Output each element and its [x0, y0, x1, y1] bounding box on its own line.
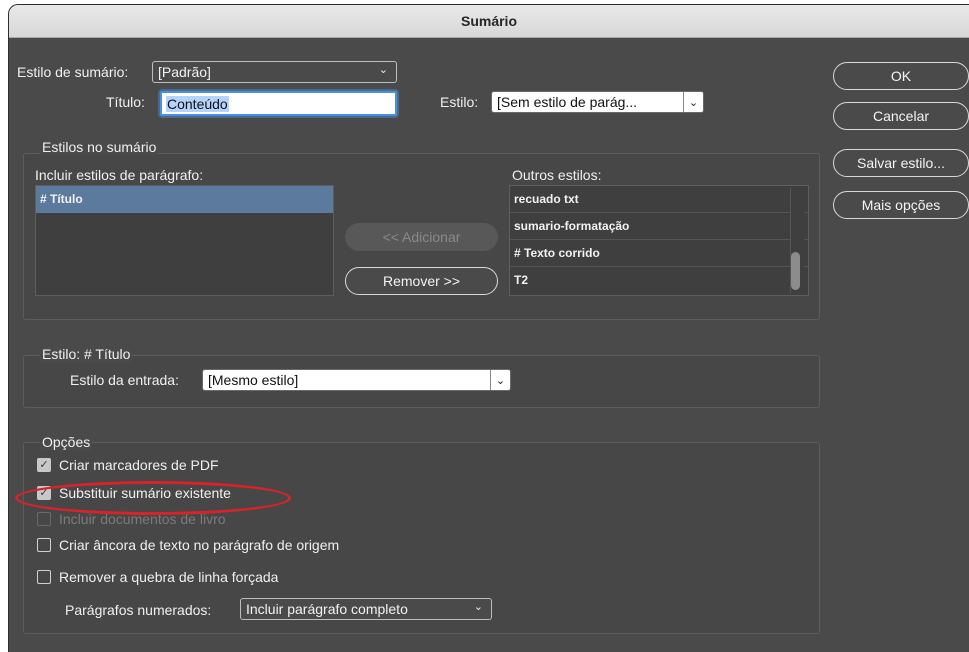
title-style-value: [Sem estilo de parág...: [497, 94, 638, 110]
toc-style-dropdown[interactable]: [Padrão] ⌄: [152, 61, 397, 83]
options-title: Opções: [40, 434, 93, 450]
title-input[interactable]: Conteúdo: [160, 91, 397, 116]
remove-break-checkbox[interactable]: Remover a quebra de linha forçada: [37, 569, 278, 585]
title-label: Título:: [106, 94, 145, 110]
pdf-bookmarks-label: Criar marcadores de PDF: [59, 457, 219, 473]
pdf-bookmarks-checkbox[interactable]: ✓ Criar marcadores de PDF: [37, 457, 219, 473]
anchor-label: Criar âncora de texto no parágrafo de or…: [59, 537, 340, 553]
scrollbar-thumb[interactable]: [791, 252, 800, 290]
entry-style-dropdown[interactable]: [Mesmo estilo] ⌄: [202, 369, 511, 391]
other-styles-label: Outros estilos:: [512, 167, 602, 183]
replace-existing-checkbox[interactable]: ✓ Substituir sumário existente: [37, 485, 231, 501]
remove-button[interactable]: Remover >>: [345, 267, 498, 295]
include-styles-list[interactable]: # Título: [35, 185, 334, 296]
chevron-down-icon: ⌄: [490, 370, 510, 390]
list-item[interactable]: T2: [510, 267, 808, 294]
list-item[interactable]: # Texto corrido: [510, 240, 808, 267]
chevron-down-icon: ⌄: [473, 601, 483, 613]
list-item[interactable]: # Título: [36, 186, 333, 213]
checkbox-icon: [37, 512, 51, 526]
other-styles-list[interactable]: recuado txt sumario-formatação # Texto c…: [509, 185, 809, 296]
include-book-label: Incluir documentos de livro: [59, 511, 226, 527]
entry-style-value: [Mesmo estilo]: [208, 372, 299, 388]
title-input-value: Conteúdo: [166, 95, 229, 112]
checkbox-icon: [37, 570, 51, 584]
numbered-label: Parágrafos numerados:: [65, 602, 212, 618]
entry-style-label: Estilo da entrada:: [70, 372, 179, 388]
chevron-down-icon: ⌄: [378, 64, 388, 76]
toc-dialog: Sumário Estilo de sumário: [Padrão] ⌄ Tí…: [8, 4, 969, 652]
estilo-label: Estilo:: [440, 94, 479, 110]
include-book-checkbox[interactable]: Incluir documentos de livro: [37, 511, 226, 527]
numbered-dropdown[interactable]: Incluir parágrafo completo ⌄: [240, 598, 492, 620]
ok-button[interactable]: OK: [833, 62, 969, 90]
checkbox-icon: [37, 538, 51, 552]
anchor-checkbox[interactable]: Criar âncora de texto no parágrafo de or…: [37, 537, 339, 553]
toc-style-value: [Padrão]: [158, 64, 211, 80]
styles-in-toc-title: Estilos no sumário: [40, 139, 159, 155]
dialog-title: Sumário: [9, 5, 969, 38]
include-styles-label: Incluir estilos de parágrafo:: [35, 167, 204, 183]
entry-style-title: Estilo: # Título: [40, 346, 133, 362]
more-options-button[interactable]: Mais opções: [833, 191, 969, 219]
toc-style-label: Estilo de sumário:: [17, 64, 129, 80]
replace-existing-label: Substituir sumário existente: [59, 485, 231, 501]
chevron-down-icon: ⌄: [683, 92, 703, 112]
checkmark-icon: ✓: [37, 486, 51, 500]
add-button[interactable]: << Adicionar: [345, 223, 498, 251]
list-item[interactable]: sumario-formatação: [510, 213, 808, 240]
checkmark-icon: ✓: [37, 458, 51, 472]
list-item[interactable]: recuado txt: [510, 186, 808, 213]
numbered-value: Incluir parágrafo completo: [246, 601, 408, 617]
cancel-button[interactable]: Cancelar: [833, 102, 969, 130]
title-style-dropdown[interactable]: [Sem estilo de parág... ⌄: [491, 91, 704, 113]
remove-break-label: Remover a quebra de linha forçada: [59, 569, 279, 585]
save-style-button[interactable]: Salvar estilo...: [833, 149, 969, 177]
